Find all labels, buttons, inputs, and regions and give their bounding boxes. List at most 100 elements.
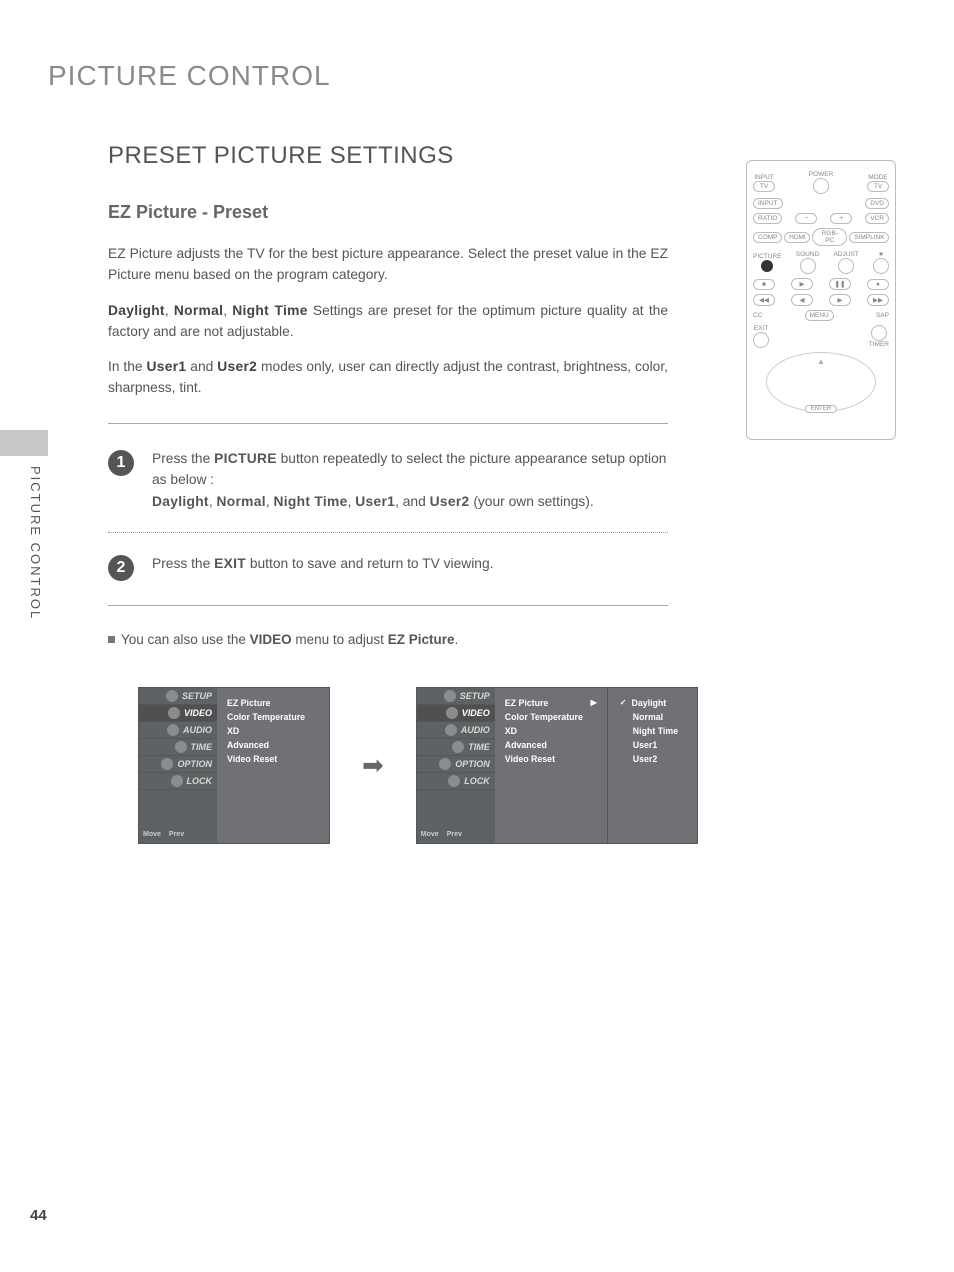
osd-sub-normal: Normal [620, 710, 685, 724]
osd-menu-2: SETUP VIDEO AUDIO TIME OPTION LOCK Move P… [416, 687, 698, 844]
remote-btn-plus: + [830, 213, 852, 224]
bullet-icon [108, 636, 115, 643]
osd-tab-video: VIDEO [139, 705, 217, 722]
osd-item-videoreset: Video Reset [505, 752, 597, 766]
option-icon [439, 758, 451, 770]
osd-sidebar-2: SETUP VIDEO AUDIO TIME OPTION LOCK Move P… [417, 688, 495, 843]
page-number: 44 [30, 1207, 47, 1224]
step-badge-1: 1 [108, 450, 134, 476]
osd-sub-user1: User1 [620, 738, 685, 752]
btn-exit: EXIT [214, 556, 246, 571]
osd-sidebar-1: SETUP VIDEO AUDIO TIME OPTION LOCK MoveP… [139, 688, 217, 843]
option-icon [161, 758, 173, 770]
osd-footer-move: Move [421, 831, 439, 838]
osd-main-1: EZ Picture Color Temperature XD Advanced… [217, 688, 329, 843]
remote-label-picture: PICTURE [753, 253, 782, 260]
remote-btn-prev: ◀◀ [753, 294, 775, 306]
setup-icon [166, 690, 178, 702]
lock-icon [171, 775, 183, 787]
arrow-icon: ➡ [362, 750, 384, 781]
remote-btn-play: ▶ [791, 278, 813, 290]
remote-btn-picture [761, 260, 773, 272]
osd-item-colortemp: Color Temperature [227, 710, 319, 724]
divider-2 [108, 605, 668, 606]
remote-btn-adjust [838, 258, 854, 274]
remote-btn-minus: − [795, 213, 817, 224]
osd-tab-video: VIDEO [417, 705, 495, 722]
time-icon [452, 741, 464, 753]
btn-picture: PICTURE [214, 451, 277, 466]
menu-video: VIDEO [250, 632, 292, 647]
remote-btn-fwd: ▶ [829, 294, 851, 306]
osd-tab-setup: SETUP [139, 688, 217, 705]
preset-normal: Normal [174, 303, 223, 318]
audio-icon [445, 724, 457, 736]
remote-btn-menu: MENU [805, 310, 834, 321]
remote-btn-stop: ■ [753, 279, 775, 290]
remote-btn-exit [753, 332, 769, 348]
remote-btn-hdmi: HDMI [784, 232, 810, 243]
osd-sub-daylight: Daylight [620, 696, 685, 710]
osd-tab-audio: AUDIO [139, 722, 217, 739]
osd-tab-time: TIME [417, 739, 495, 756]
mode-user1: User1 [147, 359, 187, 374]
note: You can also use the VIDEO menu to adjus… [108, 632, 668, 647]
preset-daylight: Daylight [108, 303, 165, 318]
remote-btn-input: INPUT [753, 198, 783, 209]
remote-btn-comp: COMP [753, 232, 782, 243]
osd-tab-time: TIME [139, 739, 217, 756]
remote-btn-tv2: TV [867, 181, 889, 192]
remote-dpad: ▲ ENTER [766, 352, 876, 412]
remote-btn-rew: ◀ [791, 294, 813, 306]
osd-tab-setup: SETUP [417, 688, 495, 705]
lock-icon [448, 775, 460, 787]
remote-btn-power [813, 178, 829, 194]
intro-para-1: EZ Picture adjusts the TV for the best p… [108, 243, 668, 286]
video-icon [446, 707, 458, 719]
time-icon [175, 741, 187, 753]
osd-item-xd: XD [227, 724, 319, 738]
remote-label-power: POWER [777, 171, 865, 178]
step-badge-2: 2 [108, 555, 134, 581]
remote-label-input: INPUT [753, 174, 775, 181]
osd-item-advanced: Advanced [505, 738, 597, 752]
remote-label-star: ★ [873, 250, 889, 258]
osd-sub-user2: User2 [620, 752, 685, 766]
section-title: EZ Picture - Preset [108, 202, 668, 223]
intro-para-2: Daylight, Normal, Night Time Settings ar… [108, 300, 668, 343]
osd-item-advanced: Advanced [227, 738, 319, 752]
audio-icon [167, 724, 179, 736]
remote-btn-dvd: DVD [865, 198, 889, 209]
remote-btn-sound [800, 258, 816, 274]
remote-label-cc: CC [753, 312, 762, 319]
chevron-right-icon: ▶ [591, 698, 597, 707]
remote-btn-simplink: SIMPLINK [849, 232, 889, 243]
sub-title: PRESET PICTURE SETTINGS [108, 142, 668, 170]
remote-btn-rgbpc: RGB-PC [812, 228, 847, 246]
remote-btn-vcr: VCR [865, 213, 889, 224]
osd-tab-lock: LOCK [417, 773, 495, 790]
osd-tab-audio: AUDIO [417, 722, 495, 739]
osd-item-colortemp: Color Temperature [505, 710, 597, 724]
osd-illustration-row: SETUP VIDEO AUDIO TIME OPTION LOCK Move P… [138, 687, 668, 844]
remote-btn-enter: ENTER [805, 405, 837, 413]
osd-item-xd: XD [505, 724, 597, 738]
osd-main-2: EZ Picture▶ Color Temperature XD Advance… [495, 688, 607, 843]
remote-btn-star [873, 258, 889, 274]
intro-para-3: In the User1 and User2 modes only, user … [108, 356, 668, 399]
video-icon [168, 707, 180, 719]
osd-tab-option: OPTION [417, 756, 495, 773]
osd-item-videoreset: Video Reset [227, 752, 319, 766]
dotted-divider [108, 532, 668, 533]
osd-sub-nighttime: Night Time [620, 724, 685, 738]
osd-tab-option: OPTION [139, 756, 217, 773]
remote-label-timer: TIMER [869, 341, 889, 348]
osd-footer-prev: Prev [447, 831, 462, 838]
remote-btn-next: ▶▶ [867, 294, 889, 306]
feature-ezpicture: EZ Picture [388, 632, 455, 647]
osd-item-ezpicture-sel: EZ Picture▶ [505, 696, 597, 710]
osd-footer-move: Move [143, 831, 161, 838]
remote-btn-timer [871, 325, 887, 341]
mode-user2: User2 [217, 359, 257, 374]
osd-footer-prev: Prev [169, 831, 184, 838]
